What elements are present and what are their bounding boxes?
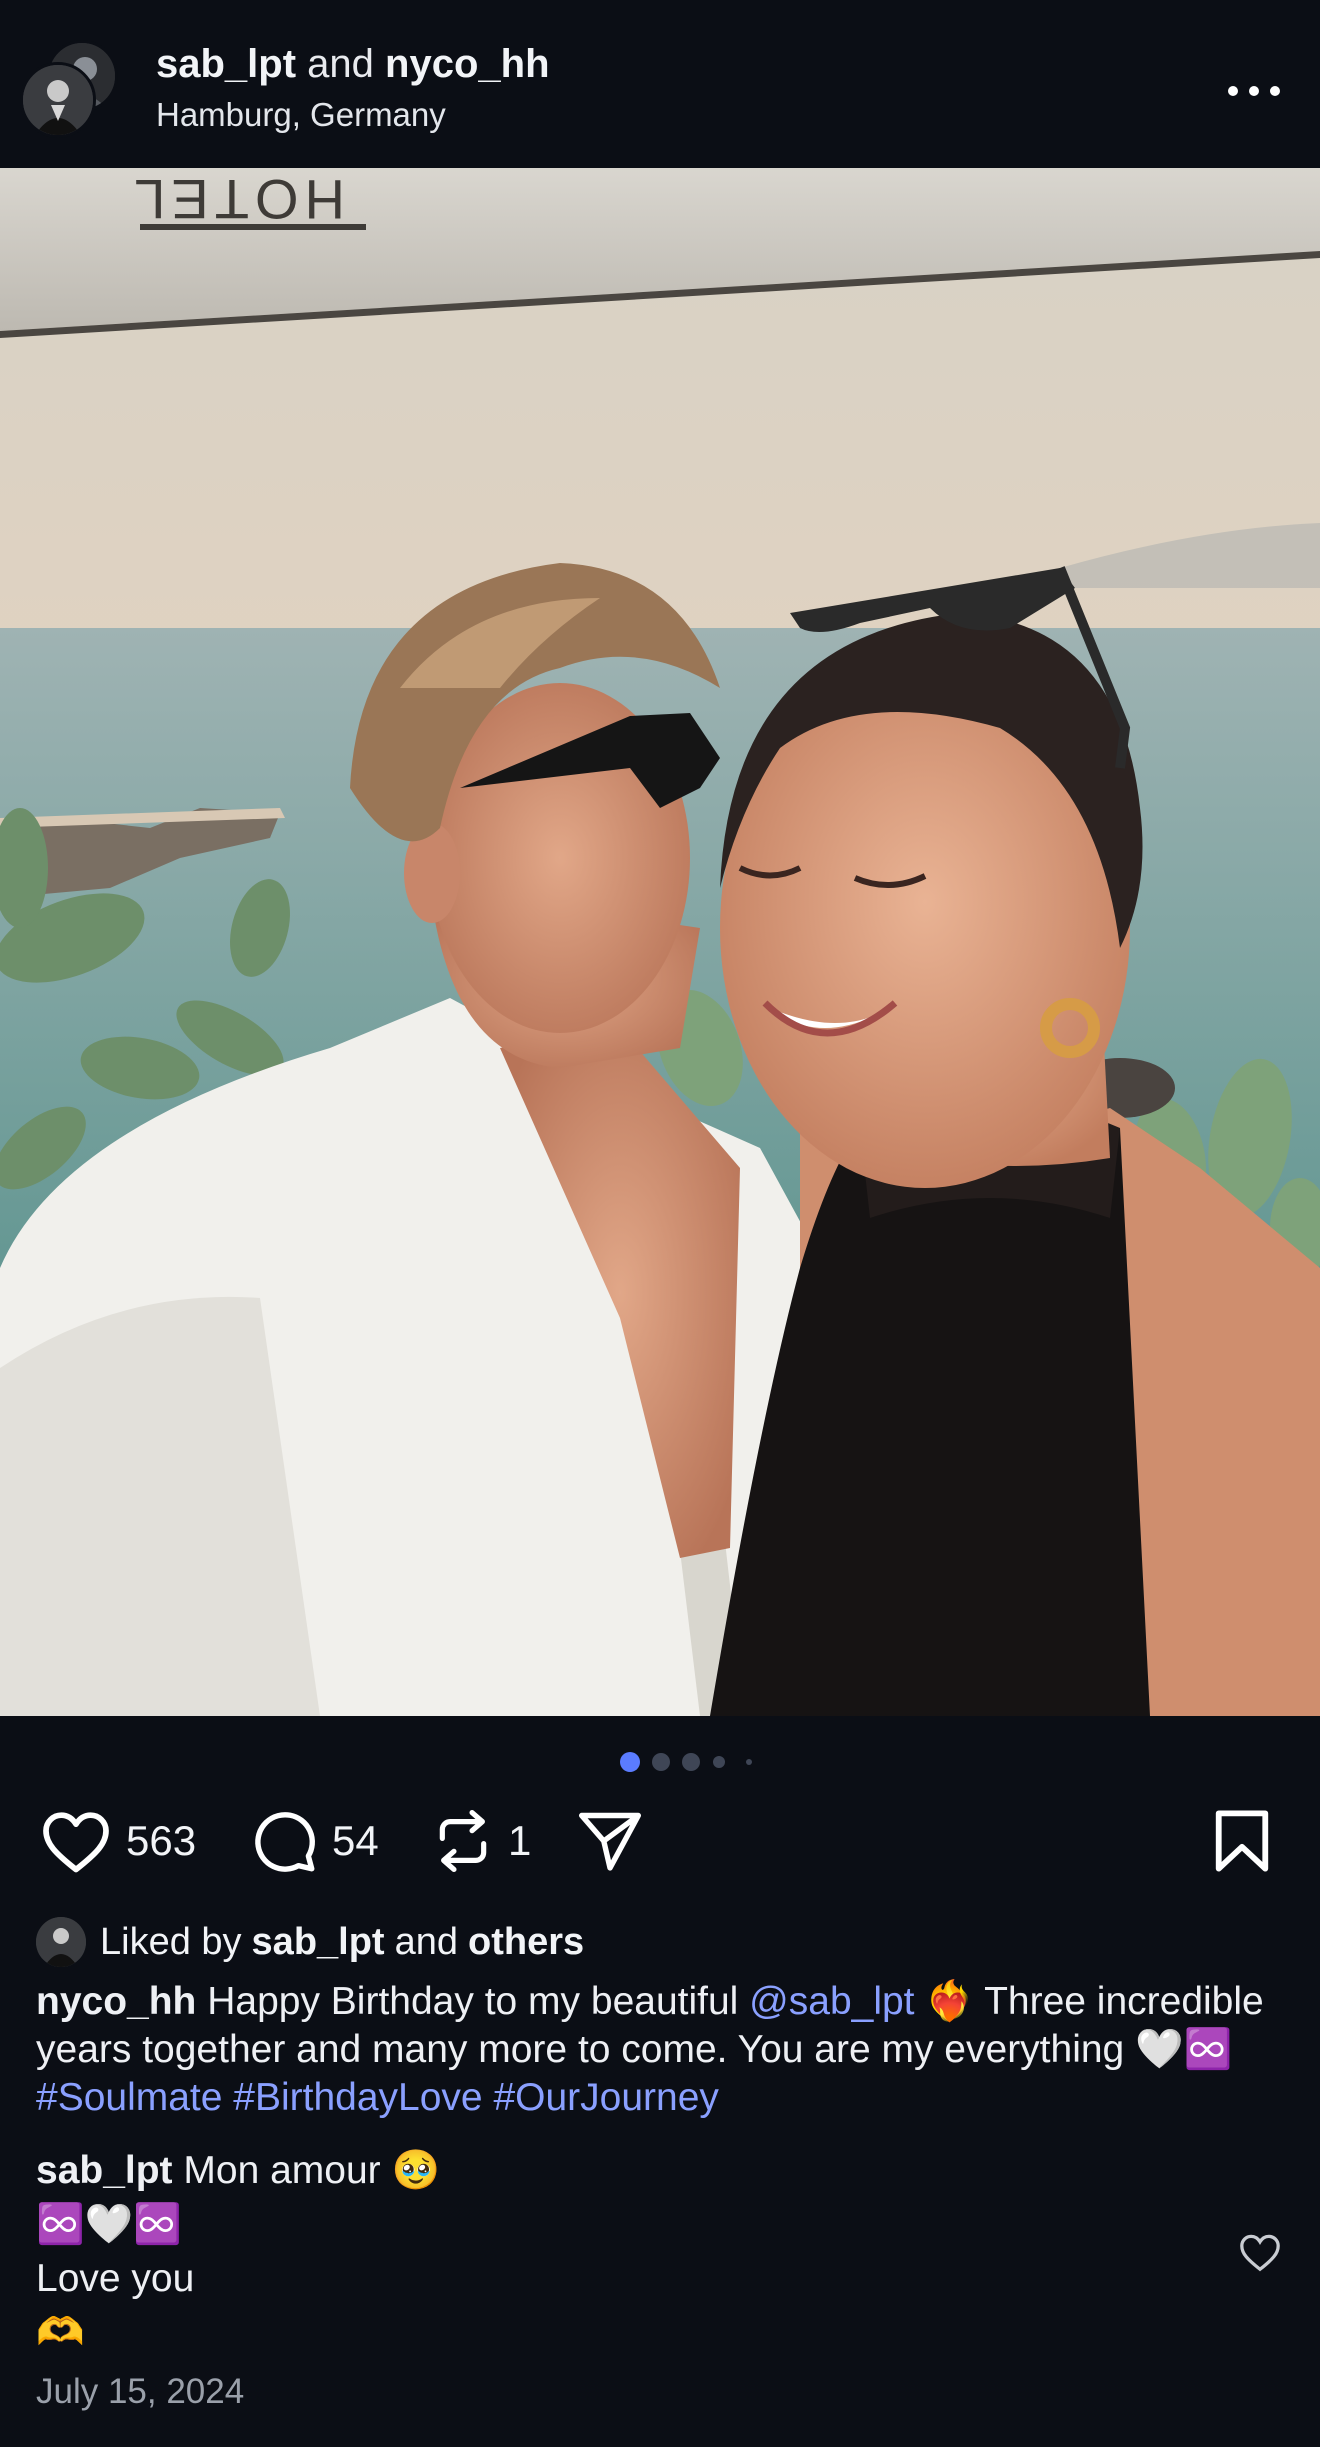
comment-text-3: Love you <box>36 2257 195 2300</box>
white-heart-infinity-emoji: 🤍♾️ <box>1135 2027 1233 2072</box>
caption-text-1: Happy Birthday to my beautiful <box>207 1980 739 2023</box>
collab-avatars[interactable] <box>20 40 120 140</box>
heart-on-fire-emoji: ❤️‍🔥 <box>925 1979 974 2024</box>
carousel-dot <box>652 1753 670 1771</box>
svg-text:HOTEL: HOTEL <box>128 168 345 231</box>
post-date: July 15, 2024 <box>36 2372 245 2411</box>
action-bar: 563 54 1 <box>0 1806 1320 1876</box>
avatar-sab-lpt[interactable] <box>20 62 96 138</box>
caption-author[interactable]: nyco_hh <box>36 1980 196 2023</box>
header-usernames: sab_lpt and nyco_hh <box>156 42 550 87</box>
liked-by-user[interactable]: sab_lpt <box>252 1921 385 1964</box>
repost-count[interactable]: 1 <box>508 1817 531 1865</box>
share-button[interactable] <box>576 1806 644 1876</box>
comment-text-1: Mon amour <box>183 2149 381 2192</box>
liked-by[interactable]: Liked by sab_lpt and others <box>36 1914 594 1970</box>
like-button[interactable]: 563 <box>40 1806 196 1876</box>
bookmark-icon <box>1215 1810 1269 1872</box>
repost-button[interactable]: 1 <box>432 1806 531 1876</box>
comment-count[interactable]: 54 <box>332 1817 379 1865</box>
liked-by-prefix: Liked by <box>100 1920 242 1963</box>
liked-by-others[interactable]: others <box>468 1921 584 1964</box>
heart-hands-emoji: 🫶 <box>36 2310 85 2355</box>
caption-hashtags[interactable]: #Soulmate #BirthdayLove #OurJourney <box>36 2076 719 2119</box>
comment-button[interactable]: 54 <box>250 1806 379 1876</box>
caption-mention[interactable]: @sab_lpt <box>749 1980 914 2023</box>
like-count[interactable]: 563 <box>126 1817 196 1865</box>
carousel-dot-active <box>620 1752 640 1772</box>
header-connector: and <box>307 42 374 86</box>
carousel-dot <box>682 1753 700 1771</box>
more-horizontal-icon[interactable] <box>1224 70 1284 110</box>
heart-outline-icon <box>1240 2234 1280 2272</box>
liked-by-avatar[interactable] <box>36 1917 86 1967</box>
save-button[interactable] <box>1212 1806 1272 1876</box>
liked-by-connector: and <box>394 1920 458 1963</box>
comment-bubble-icon <box>255 1812 315 1872</box>
post-caption: nyco_hh Happy Birthday to my beautiful @… <box>36 1978 1276 2122</box>
pleading-face-emoji: 🥹 <box>391 2148 441 2193</box>
repost-icon <box>439 1810 487 1872</box>
location-label[interactable]: Hamburg, Germany <box>156 96 446 134</box>
post-photo[interactable]: HOTEL <box>0 168 1320 1716</box>
header-user1[interactable]: sab_lpt <box>156 42 296 86</box>
carousel-dot <box>746 1759 752 1765</box>
comment-like-button[interactable] <box>1238 2232 1282 2276</box>
heart-icon <box>43 1812 109 1873</box>
post-header: sab_lpt and nyco_hh Hamburg, Germany <box>0 0 1320 168</box>
comment-emoji-line: ♾️🤍♾️ <box>36 2202 182 2247</box>
comment-line-1: sab_lpt Mon amour 🥹 <box>36 2144 1216 2198</box>
comment-author[interactable]: sab_lpt <box>36 2149 173 2192</box>
carousel-dot <box>713 1756 725 1768</box>
comment-item: sab_lpt Mon amour 🥹 ♾️🤍♾️ Love you 🫶 <box>36 2144 1216 2360</box>
header-user2[interactable]: nyco_hh <box>385 42 549 86</box>
carousel-indicator[interactable] <box>0 1752 1320 1772</box>
send-icon <box>578 1812 642 1871</box>
